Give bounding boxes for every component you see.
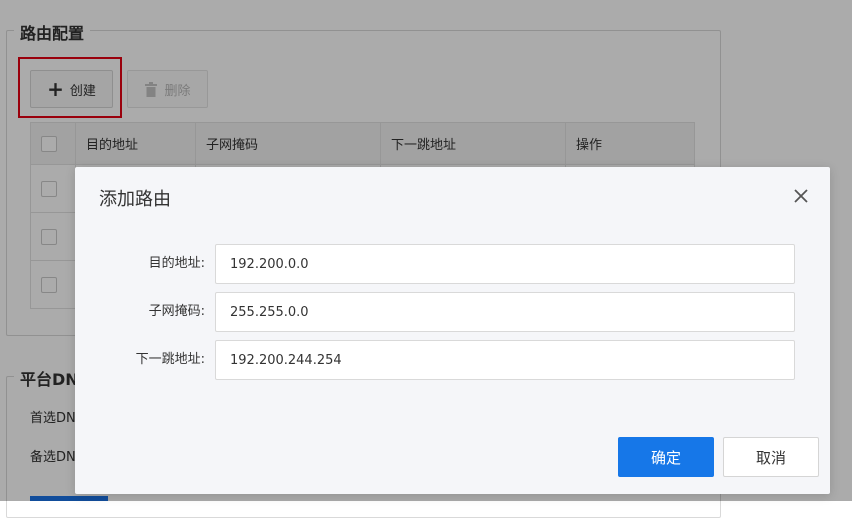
next-hop-label: 下一跳地址: <box>135 352 205 367</box>
cancel-button[interactable]: 取消 <box>723 437 819 477</box>
add-route-dialog: 添加路由 目的地址: 子网掩码: 下一跳地址: 确定 取消 <box>75 167 830 494</box>
subnet-mask-row: 子网掩码: <box>75 292 830 332</box>
next-hop-input[interactable] <box>215 340 795 380</box>
close-icon[interactable] <box>790 185 812 207</box>
confirm-button[interactable]: 确定 <box>618 437 714 477</box>
subnet-mask-input[interactable] <box>215 292 795 332</box>
next-hop-row: 下一跳地址: <box>75 340 830 380</box>
dialog-title: 添加路由 <box>99 189 171 210</box>
destination-label: 目的地址: <box>148 256 205 271</box>
subnet-mask-label: 子网掩码: <box>148 304 205 319</box>
destination-row: 目的地址: <box>75 244 830 284</box>
destination-input[interactable] <box>215 244 795 284</box>
